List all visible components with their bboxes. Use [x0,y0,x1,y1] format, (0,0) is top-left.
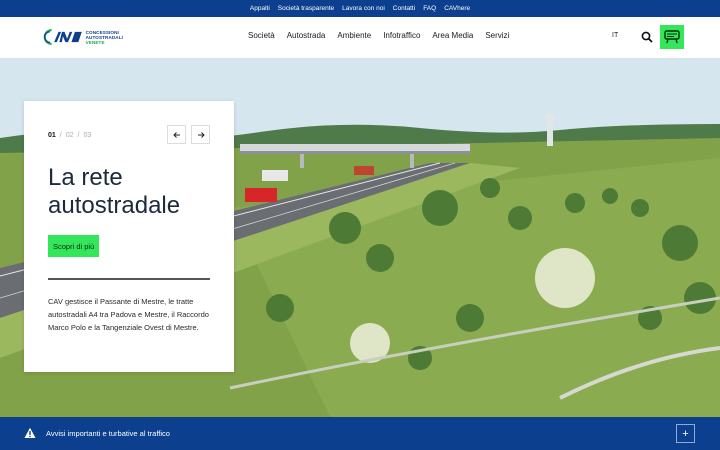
slide-separator-2: / [77,132,80,139]
topbar-link-lavora-con-noi[interactable]: Lavora con noi [342,5,385,12]
alert-text: Avvisi importanti e turbative al traffic… [46,429,170,438]
cav-logo-mark [43,29,82,45]
next-slide-button[interactable] [191,125,210,144]
prev-slide-button[interactable] [167,125,186,144]
topbar-link-contatti[interactable]: Contatti [393,5,415,12]
expand-alerts-button[interactable]: + [676,424,695,443]
utility-bar: Appalti Società trasparente Lavora con n… [0,0,720,17]
language-selector[interactable]: IT [612,32,618,39]
search-icon[interactable] [641,31,653,43]
hero-description: CAV gestisce il Passante di Mestre, le t… [48,297,209,332]
warning-icon [24,427,36,438]
traffic-alert-bar: Avvisi importanti e turbative al traffic… [0,417,720,450]
nav-item-servizi[interactable]: Servizi [485,31,509,40]
logo-line-3: VENETE [85,39,105,45]
topbar-link-faq[interactable]: FAQ [423,5,436,12]
hero-title: La rete autostradale [48,164,181,219]
slide-indicator-2[interactable]: 02 [66,132,74,139]
nav-item-ambiente[interactable]: Ambiente [337,31,371,40]
nav-item-autostrada[interactable]: Autostrada [287,31,326,40]
card-divider [48,278,210,280]
cav-logo[interactable]: CONCESSIONI AUTOSTRADALI VENETE [43,27,123,47]
main-nav: Società Autostrada Ambiente Infotraffico… [248,31,509,40]
nav-item-area-media[interactable]: Area Media [432,31,473,40]
slide-indicator-1[interactable]: 01 [48,132,56,139]
nav-item-societa[interactable]: Società [248,31,275,40]
nav-item-infotraffico[interactable]: Infotraffico [383,31,420,40]
traffic-button[interactable] [660,25,684,49]
slide-indicator-3[interactable]: 03 [84,132,92,139]
hero-card: 01 / 02 / 03 La rete autostradale Scopri… [24,101,234,372]
arrow-left-icon [172,131,180,138]
topbar-link-societa-trasparente[interactable]: Società trasparente [278,5,334,12]
discover-more-button[interactable]: Scopri di più [48,235,100,257]
traffic-icon [664,30,680,44]
slide-separator-1: / [59,132,62,139]
main-header: CONCESSIONI AUTOSTRADALI VENETE Società … [0,17,720,58]
slide-pager: 01 / 02 / 03 [48,132,91,139]
arrow-right-icon [197,131,205,138]
topbar-link-appalti[interactable]: Appalti [250,5,270,12]
logo-wordmark: CONCESSIONI AUTOSTRADALI VENETE [86,30,123,45]
topbar-link-cavhere[interactable]: CAVhere [444,5,470,12]
